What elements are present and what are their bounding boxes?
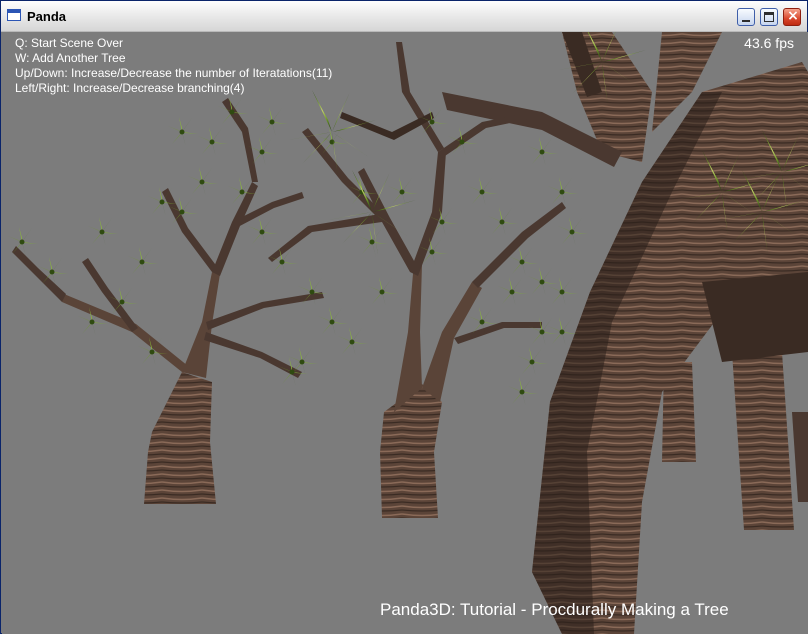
maximize-icon: [764, 12, 774, 22]
help-line-branching: Left/Right: Increase/Decrease branching(…: [15, 81, 245, 95]
maximize-button[interactable]: [760, 8, 778, 26]
help-line-restart: Q: Start Scene Over: [15, 36, 124, 50]
minimize-icon: [742, 20, 750, 22]
left-tree-trunk: [144, 372, 216, 504]
middle-tree-trunk: [380, 384, 442, 518]
close-icon: ×: [787, 8, 799, 24]
close-button[interactable]: ×: [783, 8, 801, 26]
window-icon: [7, 9, 21, 21]
tutorial-title: Panda3D: Tutorial - Procdurally Making a…: [380, 600, 729, 619]
help-line-iterations: Up/Down: Increase/Decrease the number of…: [15, 66, 333, 80]
window-title: Panda: [27, 9, 67, 24]
help-line-add-tree: W: Add Another Tree: [15, 51, 126, 65]
minimize-button[interactable]: [737, 8, 755, 26]
background-trunk: [662, 362, 696, 462]
fps-counter: 43.6 fps: [744, 35, 794, 51]
help-overlay: Q: Start Scene Over W: Add Another Tree …: [2, 32, 332, 122]
title-bar[interactable]: Panda ×: [1, 1, 807, 32]
panda-window: Panda × Q: Start Scene Over W: Add Anoth…: [0, 0, 808, 634]
render-viewport[interactable]: Q: Start Scene Over W: Add Another Tree …: [2, 32, 808, 634]
tree-scene: [8, 32, 808, 634]
